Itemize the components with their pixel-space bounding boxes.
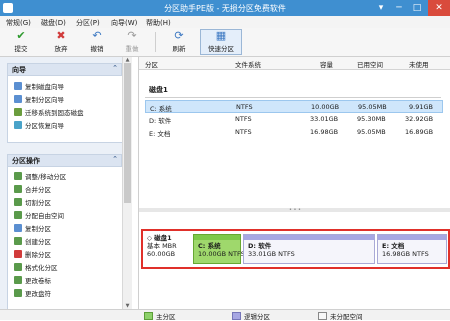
disk-info[interactable]: ◇ 磁盘1 基本 MBR 60.00GB — [147, 234, 193, 258]
table-row[interactable]: D: 软件 NTFS 33.01GB 95.30MB 32.92GB — [145, 113, 441, 125]
close-button[interactable]: ✕ — [428, 0, 450, 16]
divider — [145, 97, 441, 98]
col-filesystem[interactable]: 文件系统 — [235, 59, 261, 69]
wizard-recovery[interactable]: 分区恢复向导 — [14, 121, 64, 132]
status-bar-left — [0, 309, 138, 320]
menu-wizard[interactable]: 向导(W) — [111, 18, 137, 28]
scroll-thumb[interactable] — [124, 63, 131, 203]
op-delete[interactable]: 删除分区 — [14, 250, 51, 261]
partition-block-d[interactable]: D: 软件 33.01GB NTFS — [243, 234, 375, 264]
disk-group-label: 磁盘1 — [149, 86, 168, 94]
commit-button[interactable]: ✔ 提交 — [6, 30, 36, 54]
op-copy-partition[interactable]: 复制分区 — [14, 224, 51, 235]
sidebar: 向导 ⌃ 复制磁盘向导 复制分区向导 迁移系统到固态磁盘 分区恢复向导 分区操作… — [0, 57, 132, 309]
wizard-copy-partition[interactable]: 复制分区向导 — [14, 95, 64, 106]
disk-type: 基本 MBR — [147, 242, 177, 250]
discard-button[interactable]: ✖ 放弃 — [46, 30, 76, 54]
ops-panel-header[interactable]: 分区操作 ⌃ — [7, 154, 122, 167]
table-row[interactable]: E: 文档 NTFS 16.98GB 95.05MB 16.89GB — [145, 126, 441, 138]
undo-button[interactable]: ↶ 撤销 — [82, 30, 112, 54]
op-change-label[interactable]: 更改卷标 — [14, 276, 51, 287]
op-resize-move[interactable]: 调整/移动分区 — [14, 172, 66, 183]
op-merge[interactable]: 合并分区 — [14, 185, 51, 196]
letter-icon — [14, 289, 22, 297]
discard-icon: ✖ — [56, 29, 66, 42]
legend: 主分区 逻辑分区 未分配空间 — [138, 309, 450, 321]
redo-icon: ↷ — [127, 29, 137, 42]
op-allocate-free[interactable]: 分配自由空间 — [14, 211, 64, 222]
label-icon — [14, 276, 22, 284]
legend-logical: 逻辑分区 — [232, 311, 270, 321]
undo-icon: ↶ — [92, 29, 102, 42]
column-headers: 分区 文件系统 容量 已用空间 未使用 — [139, 57, 450, 70]
wizard-copy-disk[interactable]: 复制磁盘向导 — [14, 82, 64, 93]
merge-icon — [14, 185, 22, 193]
title-bar: 分区助手PE版 - 无损分区免费软件 ▾ ─ □ ✕ — [0, 0, 450, 16]
wizard-panel: 复制磁盘向导 复制分区向导 迁移系统到固态磁盘 分区恢复向导 — [7, 76, 124, 143]
col-capacity[interactable]: 容量 — [320, 59, 333, 69]
toolbar-divider — [155, 32, 156, 52]
collapse-icon[interactable]: ⌃ — [112, 155, 118, 163]
migrate-icon — [14, 108, 22, 116]
col-free[interactable]: 未使用 — [409, 59, 429, 69]
copy-partition-icon — [14, 95, 22, 103]
delete-icon — [14, 250, 22, 258]
menu-bar: 常规(G) 磁盘(D) 分区(P) 向导(W) 帮助(H) — [0, 16, 450, 28]
quick-partition-icon: ▦ — [215, 29, 227, 42]
ops-panel: 调整/移动分区 合并分区 切割分区 分配自由空间 复制分区 创建分区 删除分区 … — [7, 167, 124, 309]
menu-disk[interactable]: 磁盘(D) — [41, 18, 66, 28]
disk-size: 60.00GB — [147, 250, 176, 258]
legend-unallocated: 未分配空间 — [318, 311, 363, 321]
partition-block-e[interactable]: E: 文档 16.98GB NTFS — [377, 234, 447, 264]
table-row[interactable]: C: 系统 NTFS 10.00GB 95.05MB 9.91GB — [145, 100, 443, 113]
wizard-panel-header[interactable]: 向导 ⌃ — [7, 63, 122, 76]
op-split[interactable]: 切割分区 — [14, 198, 51, 209]
copy-disk-icon — [14, 82, 22, 90]
legend-primary: 主分区 — [144, 311, 176, 321]
split-icon — [14, 198, 22, 206]
disk-map: ◇ 磁盘1 基本 MBR 60.00GB C: 系统 10.00GB NTFS D… — [141, 229, 450, 269]
allocate-icon — [14, 211, 22, 219]
maximize-button[interactable]: □ — [408, 0, 426, 16]
menu-partition[interactable]: 分区(P) — [76, 18, 100, 28]
sidebar-scrollbar[interactable]: ▲ ▼ — [122, 57, 132, 309]
op-format[interactable]: 格式化分区 — [14, 263, 58, 274]
copy-icon — [14, 224, 22, 232]
format-icon — [14, 263, 22, 271]
main-panel: 分区 文件系统 容量 已用空间 未使用 磁盘1 C: 系统 NTFS 10.00… — [138, 57, 450, 309]
menu-general[interactable]: 常规(G) — [6, 18, 31, 28]
quick-partition-button[interactable]: ▦ 快速分区 — [200, 29, 242, 55]
col-used[interactable]: 已用空间 — [357, 59, 383, 69]
col-partition[interactable]: 分区 — [145, 59, 158, 69]
recovery-icon — [14, 121, 22, 129]
collapse-icon[interactable]: ⌃ — [112, 64, 118, 72]
help-dropdown-icon[interactable]: ▾ — [372, 0, 390, 16]
op-create[interactable]: 创建分区 — [14, 237, 51, 248]
create-icon — [14, 237, 22, 245]
partition-block-c[interactable]: C: 系统 10.00GB NTFS — [193, 234, 245, 264]
redo-button[interactable]: ↷ 重做 — [117, 30, 147, 54]
panel-splitter[interactable]: • • • — [139, 208, 450, 213]
minimize-button[interactable]: ─ — [390, 0, 408, 16]
menu-help[interactable]: 帮助(H) — [146, 18, 171, 28]
resize-icon — [14, 172, 22, 180]
op-change-letter[interactable]: 更改盘符 — [14, 289, 51, 300]
toolbar: ✔ 提交 ✖ 放弃 ↶ 撤销 ↷ 重做 ⟳ 刷新 ▦ 快速分区 — [0, 28, 450, 57]
wizard-migrate-os[interactable]: 迁移系统到固态磁盘 — [14, 108, 84, 119]
refresh-button[interactable]: ⟳ 刷新 — [164, 30, 194, 54]
disk-name: ◇ 磁盘1 — [147, 234, 172, 242]
refresh-icon: ⟳ — [174, 29, 184, 42]
check-icon: ✔ — [16, 29, 26, 42]
